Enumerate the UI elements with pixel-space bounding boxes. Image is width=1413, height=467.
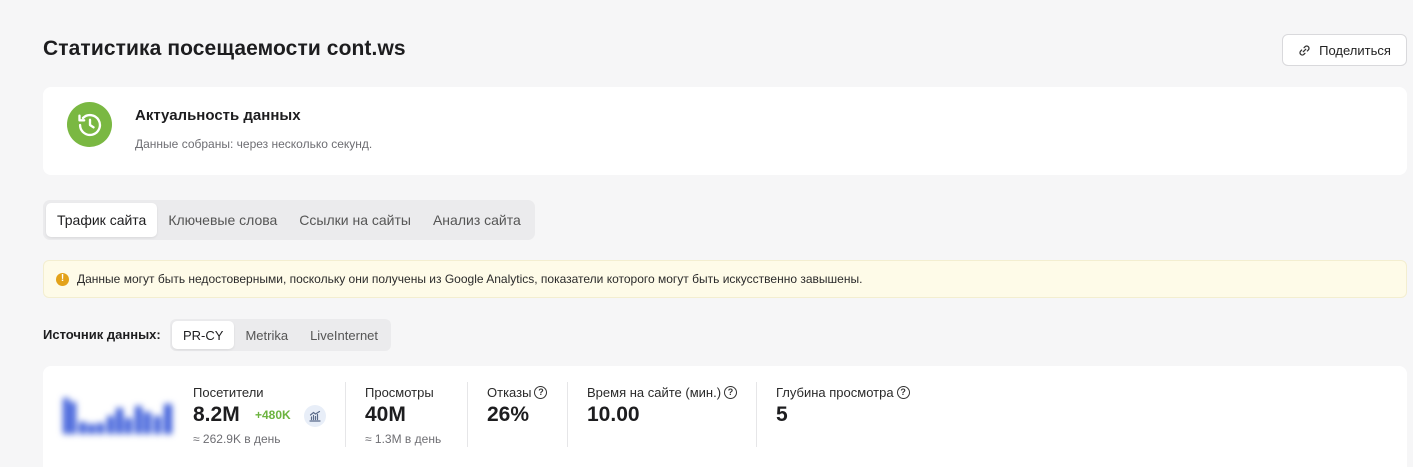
sparkline-bar	[125, 418, 132, 434]
time-value: 10.00	[587, 403, 640, 426]
depth-value: 5	[776, 403, 788, 426]
sparkline-bar	[144, 412, 151, 434]
time-label: Время на сайте (мин.)	[587, 385, 722, 400]
sparkline-bar	[97, 423, 104, 434]
sparkline-bar	[164, 404, 172, 434]
sparkline-bar	[70, 402, 76, 434]
divider	[756, 382, 757, 447]
data-source-switch: PR-CY Metrika LiveInternet	[170, 319, 392, 351]
sparkline-bar	[79, 422, 86, 434]
divider	[467, 382, 468, 447]
sparkline-bar	[88, 424, 95, 434]
sparkline-bar	[154, 416, 161, 434]
visitors-label: Посетители	[193, 385, 264, 400]
link-icon	[1299, 44, 1310, 56]
tab-keywords[interactable]: Ключевые слова	[157, 203, 288, 237]
section-tabs: Трафик сайта Ключевые слова Ссылки на са…	[43, 200, 535, 240]
warning-text: Данные могут быть недостоверными, поскол…	[77, 272, 863, 286]
share-button-label: Поделиться	[1319, 42, 1391, 58]
depth-label: Глубина просмотра	[776, 385, 894, 400]
sparkline-bar	[107, 416, 114, 434]
source-metrika[interactable]: Metrika	[234, 321, 299, 349]
warning-banner: ! Данные могут быть недостоверными, поск…	[43, 260, 1407, 298]
share-button[interactable]: Поделиться	[1282, 34, 1407, 66]
views-value: 40M	[365, 403, 406, 426]
source-pr-cy[interactable]: PR-CY	[172, 321, 235, 349]
help-icon[interactable]: ?	[534, 386, 548, 399]
history-clock-icon	[67, 102, 112, 147]
views-label: Просмотры	[365, 385, 434, 400]
tab-traffic[interactable]: Трафик сайта	[46, 203, 158, 237]
depth-label-row: Глубина просмотра ?	[776, 385, 910, 400]
visitors-delta: +480K	[255, 408, 291, 422]
tab-site-analysis[interactable]: Анализ сайта	[422, 203, 532, 237]
source-liveinternet[interactable]: LiveInternet	[299, 321, 389, 349]
data-source-label: Источник данных:	[43, 327, 161, 342]
visitors-sparkline	[63, 398, 172, 434]
sparkline-bar	[135, 406, 142, 434]
divider	[345, 382, 346, 447]
views-per-day: ≈ 1.3M в день	[365, 432, 442, 446]
bounces-label: Отказы	[487, 385, 532, 400]
warning-icon: !	[56, 272, 69, 286]
tab-links[interactable]: Ссылки на сайты	[288, 203, 422, 237]
bounces-label-row: Отказы ?	[487, 385, 548, 400]
help-icon[interactable]: ?	[724, 386, 738, 399]
freshness-title: Актуальность данных	[135, 107, 301, 124]
divider	[567, 382, 568, 447]
visitors-per-day: ≈ 262.9K в день	[193, 432, 281, 446]
visitors-value: 8.2M	[193, 403, 240, 426]
data-freshness-card: Актуальность данных Данные собраны: чере…	[43, 87, 1407, 175]
freshness-subtitle: Данные собраны: через несколько секунд.	[135, 137, 373, 151]
bounces-value: 26%	[487, 403, 530, 426]
time-label-row: Время на сайте (мин.) ?	[587, 385, 738, 400]
sparkline-bar	[116, 408, 123, 434]
help-icon[interactable]: ?	[896, 386, 910, 399]
page-title: Статистика посещаемости cont.ws	[43, 37, 406, 60]
traffic-stats-card: Посетители 8.2M ≈ 262.9K в день +480K Пр…	[43, 366, 1407, 467]
sparkline-bar	[63, 398, 69, 434]
trend-chart-icon[interactable]	[304, 405, 326, 427]
